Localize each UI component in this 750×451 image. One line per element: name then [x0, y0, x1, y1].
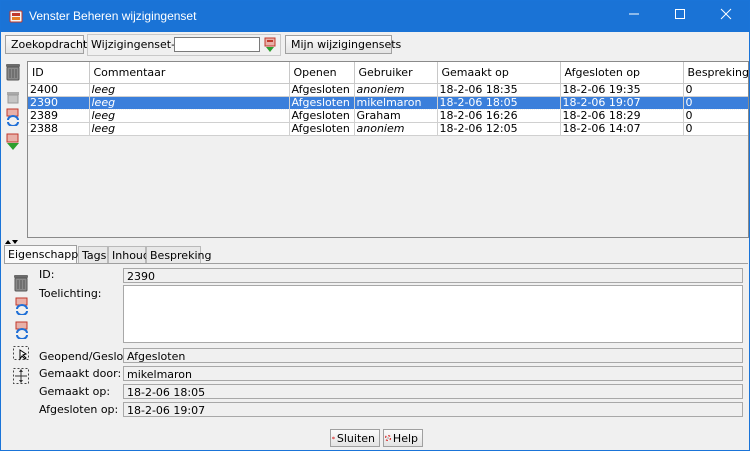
- help-button[interactable]: Help: [383, 429, 423, 447]
- tab-discussion[interactable]: Bespreking: [146, 246, 211, 263]
- panel-splitter[interactable]: [1, 239, 749, 245]
- cell-open: Afgesloten: [289, 96, 355, 110]
- help-button-label: Help: [392, 431, 418, 445]
- close-button[interactable]: Sluiten: [330, 429, 380, 447]
- column-header-comment[interactable]: Commentaar: [89, 62, 290, 84]
- cell-user: Graham: [354, 109, 438, 123]
- toolbar: Zoekopdracht Wijzigingenset-ID: Mijn wij…: [1, 32, 749, 59]
- maximize-button[interactable]: [657, 1, 703, 32]
- created-at-label: Gemaakt op:: [39, 385, 111, 398]
- changeset-id-input[interactable]: [174, 37, 260, 52]
- window-title: Venster Beheren wijzigingenset: [29, 9, 197, 23]
- column-header-user[interactable]: Gebruiker: [354, 62, 438, 84]
- cell-comment: leeg: [89, 83, 290, 97]
- cell-comment: leeg: [89, 122, 290, 136]
- closed-at-field: 18-2-06 19:07: [123, 402, 743, 417]
- id-label: ID:: [39, 268, 55, 281]
- close-changeset-icon[interactable]: [12, 272, 30, 292]
- cell-created: 18-2-06 12:05: [437, 122, 561, 136]
- maximize-icon: [675, 9, 685, 19]
- column-header-id[interactable]: ID: [28, 62, 90, 84]
- cell-closed: 18-2-06 19:35: [560, 83, 684, 97]
- state-field: Afgesloten: [123, 348, 743, 363]
- search-button-label: Zoekopdracht: [11, 38, 88, 51]
- column-header-created[interactable]: Gemaakt op: [437, 62, 561, 84]
- download-changeset-content-icon[interactable]: [5, 133, 21, 151]
- title-bar: Venster Beheren wijzigingenset: [1, 1, 749, 32]
- table-row[interactable]: 2400 leeg Afgesloten anoniem 18-2-06 18:…: [28, 83, 748, 97]
- cell-id: 2390: [28, 96, 90, 110]
- cell-open: Afgesloten: [289, 109, 355, 123]
- comment-field[interactable]: [123, 285, 743, 343]
- help-lifebuoy-icon: [385, 434, 391, 442]
- cancel-icon: [332, 436, 335, 440]
- cell-discussions: 0: [683, 122, 748, 136]
- changeset-manager-window: Venster Beheren wijzigingenset Zoekopdra…: [0, 0, 750, 451]
- cell-closed: 18-2-06 19:07: [560, 96, 684, 110]
- my-changesets-label: Mijn wijzigingensets: [291, 38, 402, 51]
- trash-bin-icon[interactable]: [4, 61, 22, 81]
- cell-discussions: 0: [683, 83, 748, 97]
- cell-created: 18-2-06 18:05: [437, 96, 561, 110]
- minimize-icon: [629, 13, 639, 15]
- cell-discussions: 0: [683, 96, 748, 110]
- cell-closed: 18-2-06 14:07: [560, 122, 684, 136]
- changeset-grid: ID Commentaar Openen Gebruiker Gemaakt o…: [28, 62, 748, 136]
- cell-created: 18-2-06 18:35: [437, 83, 561, 97]
- cell-open: Afgesloten: [289, 122, 355, 136]
- update-changeset-icon[interactable]: [14, 297, 30, 315]
- app-icon: [9, 10, 23, 23]
- cell-user: anoniem: [354, 122, 438, 136]
- changeset-table[interactable]: ID Commentaar Openen Gebruiker Gemaakt o…: [27, 61, 749, 238]
- my-changesets-button[interactable]: Mijn wijzigingensets: [285, 35, 401, 54]
- update-content-icon[interactable]: [14, 321, 30, 339]
- tab-tags[interactable]: Tags: [78, 246, 108, 263]
- close-icon: [720, 8, 732, 20]
- cell-user: anoniem: [354, 83, 438, 97]
- update-changeset-icon[interactable]: [5, 108, 21, 126]
- close-window-button[interactable]: [703, 1, 749, 32]
- tab-content[interactable]: Inhoud: [108, 246, 150, 263]
- table-row[interactable]: 2389 leeg Afgesloten Graham 18-2-06 16:2…: [28, 109, 748, 123]
- search-button[interactable]: Zoekopdracht: [5, 35, 88, 54]
- close-button-label: Sluiten: [336, 431, 375, 445]
- cell-id: 2400: [28, 83, 90, 97]
- table-row[interactable]: 2388 leeg Afgesloten anoniem 18-2-06 12:…: [28, 122, 748, 136]
- cell-id: 2389: [28, 109, 90, 123]
- close-changeset-icon[interactable]: [5, 88, 21, 104]
- zoom-to-objects-icon[interactable]: [12, 367, 30, 385]
- created-at-field: 18-2-06 18:05: [123, 384, 743, 399]
- select-objects-icon[interactable]: [12, 345, 30, 361]
- cell-discussions: 0: [683, 109, 748, 123]
- cell-comment: leeg: [89, 96, 290, 110]
- column-header-open[interactable]: Openen: [289, 62, 355, 84]
- cell-comment: leeg: [89, 109, 290, 123]
- column-header-discussions[interactable]: Besprekingen: [683, 62, 748, 84]
- table-row-selected[interactable]: 2390 leeg Afgesloten mikelmaron 18-2-06 …: [28, 96, 748, 110]
- cell-open: Afgesloten: [289, 83, 355, 97]
- tab-properties[interactable]: Eigenschappen: [4, 245, 92, 264]
- cell-id: 2388: [28, 122, 90, 136]
- cell-created: 18-2-06 16:26: [437, 109, 561, 123]
- column-header-closed[interactable]: Afgesloten op: [560, 62, 684, 84]
- table-header-row: ID Commentaar Openen Gebruiker Gemaakt o…: [28, 62, 748, 84]
- created-by-field: mikelmaron: [123, 366, 743, 381]
- cell-user: mikelmaron: [354, 96, 438, 110]
- comment-label: Toelichting:: [39, 287, 102, 300]
- minimize-button[interactable]: [611, 1, 657, 32]
- closed-at-label: Afgesloten op:: [39, 403, 119, 416]
- changeset-id-group: Wijzigingenset-ID:: [87, 34, 281, 56]
- properties-panel: ID: 2390 Toelichting: Geopend/Gesloten: …: [4, 263, 748, 422]
- cell-closed: 18-2-06 18:29: [560, 109, 684, 123]
- download-changeset-icon[interactable]: [263, 37, 277, 53]
- id-field: 2390: [123, 268, 743, 283]
- created-by-label: Gemaakt door:: [39, 367, 122, 380]
